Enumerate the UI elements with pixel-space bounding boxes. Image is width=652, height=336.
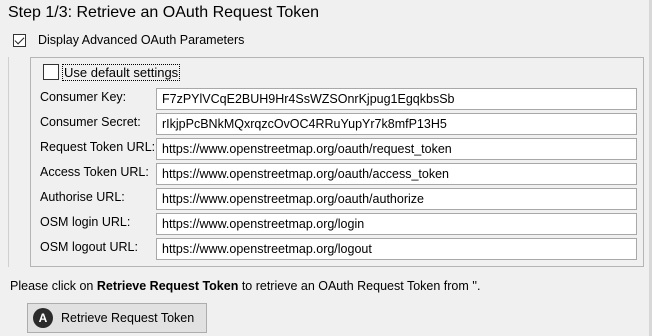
instruction-suffix: to retrieve an OAuth Request Token from … (238, 279, 481, 293)
consumer-key-input[interactable]: F7zPYlVCqE2BUH9Hr4SsWZSOnrKjpug1EgqkbsSb (156, 88, 637, 110)
access-token-url-input[interactable]: https://www.openstreetmap.org/oauth/acce… (156, 163, 637, 185)
instruction-prefix: Please click on (10, 279, 97, 293)
osm-login-url-label: OSM login URL: (40, 215, 131, 229)
osm-logout-url-label: OSM logout URL: (40, 240, 138, 254)
consumer-secret-input[interactable]: rIkjpPcBNkMQxrqzcOvOC4RRuYupYr7k8mfP13H5 (156, 113, 637, 135)
consumer-secret-label: Consumer Secret: (40, 115, 141, 129)
authorise-url-input[interactable]: https://www.openstreetmap.org/oauth/auth… (156, 188, 637, 210)
use-default-checkbox[interactable] (43, 64, 59, 80)
consumer-key-label: Consumer Key: (40, 90, 127, 104)
display-advanced-checkbox[interactable] (13, 34, 26, 47)
request-token-url-label: Request Token URL: (40, 140, 156, 154)
access-token-url-label: Access Token URL: (40, 165, 149, 179)
instruction-bold: Retrieve Request Token (96, 279, 239, 293)
use-default-label[interactable]: Use default settings (62, 64, 181, 81)
display-advanced-label[interactable]: Display Advanced OAuth Parameters (38, 33, 244, 47)
authorise-url-label: Authorise URL: (40, 190, 125, 204)
retrieve-button-label: Retrieve Request Token (61, 311, 195, 325)
instruction-text: Please click on Retrieve Request Token t… (10, 279, 481, 293)
request-token-url-input[interactable]: https://www.openstreetmap.org/oauth/requ… (156, 138, 637, 160)
osm-login-url-input[interactable]: https://www.openstreetmap.org/login (156, 213, 637, 235)
retrieve-request-token-button[interactable]: A Retrieve Request Token (27, 303, 207, 333)
step-title: Step 1/3: Retrieve an OAuth Request Toke… (8, 4, 320, 21)
osm-logout-url-input[interactable]: https://www.openstreetmap.org/logout (156, 238, 637, 260)
josm-logo-icon: A (33, 308, 53, 328)
panel-indent-line (8, 57, 9, 267)
